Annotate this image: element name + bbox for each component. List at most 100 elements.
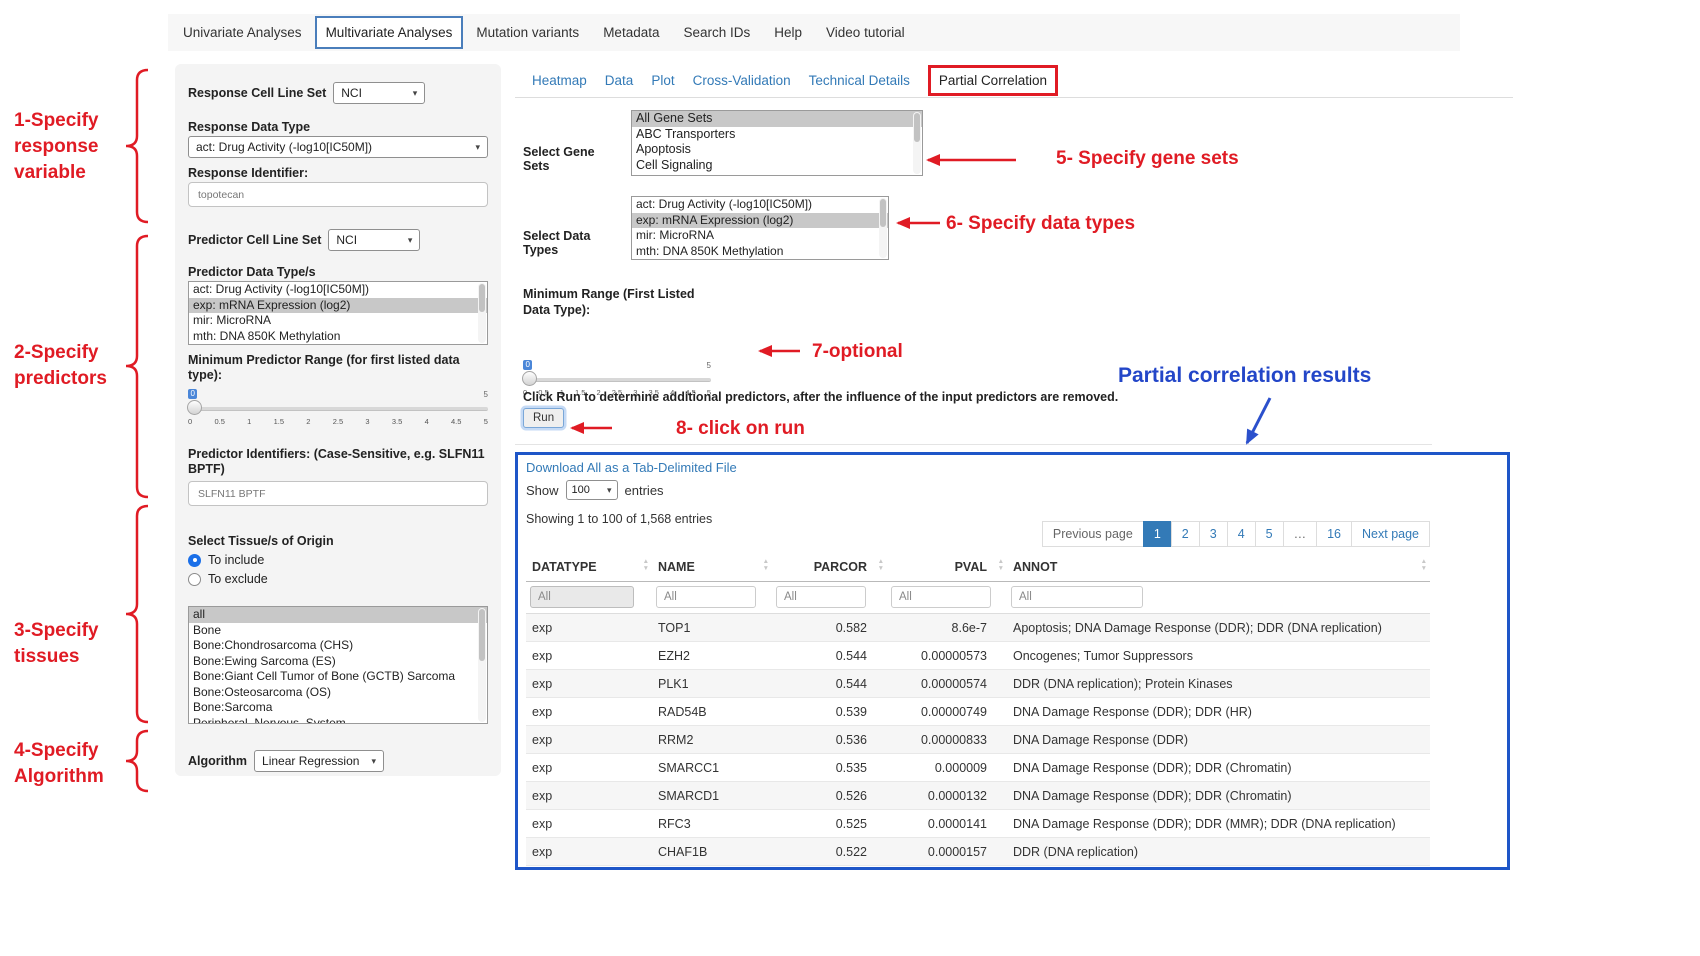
previous-page-button[interactable]: Previous page xyxy=(1042,521,1144,547)
radio-unselected-icon[interactable] xyxy=(188,573,201,586)
download-all-link[interactable]: Download All as a Tab-Delimited File xyxy=(526,460,737,475)
page-button-16[interactable]: 16 xyxy=(1316,521,1352,547)
listbox-option-exp-mrna-expression-log2[interactable]: exp: mRNA Expression (log2) xyxy=(189,298,487,314)
annotation-step4: 4-Specify Algorithm xyxy=(14,738,112,790)
algorithm-select[interactable]: Linear Regression ▾ xyxy=(254,750,384,772)
listbox-option-bone-giant-cell-tumor-of-bone-gctb-sarcoma[interactable]: Bone:Giant Cell Tumor of Bone (GCTB) Sar… xyxy=(189,669,487,685)
nav-item-search-ids[interactable]: Search IDs xyxy=(672,16,761,49)
nav-item-video-tutorial[interactable]: Video tutorial xyxy=(815,16,916,49)
predictor-identifiers-label: Predictor Identifiers: (Case-Sensitive, … xyxy=(188,447,488,477)
tissue-listbox[interactable]: allBoneBone:Chondrosarcoma (CHS)Bone:Ewi… xyxy=(188,606,488,724)
page-button-1[interactable]: 1 xyxy=(1143,521,1172,547)
filter-input-parcor[interactable]: All xyxy=(776,586,866,608)
run-button[interactable]: Run xyxy=(523,408,564,428)
cell-annot: DDR (DNA replication) xyxy=(1007,838,1430,866)
column-header-datatype[interactable]: DATATYPE▲▼ xyxy=(526,553,652,582)
slider-handle[interactable] xyxy=(522,371,537,386)
column-header-annot[interactable]: ANNOT▲▼ xyxy=(1007,553,1430,582)
gene-sets-listbox[interactable]: All Gene SetsABC TransportersApoptosisCe… xyxy=(631,110,923,176)
predictor-cell-line-set-select[interactable]: NCI ▾ xyxy=(328,229,420,251)
page-button-3[interactable]: 3 xyxy=(1199,521,1228,547)
brace-step1 xyxy=(126,70,148,222)
page-button-4[interactable]: 4 xyxy=(1227,521,1256,547)
scrollbar-thumb[interactable] xyxy=(879,198,887,258)
listbox-option-peripheral-nervous-system[interactable]: Peripheral_Nervous_System xyxy=(189,716,487,725)
tab-plot[interactable]: Plot xyxy=(651,73,674,88)
scrollbar-thumb[interactable] xyxy=(478,608,486,722)
response-cell-line-set-row: Response Cell Line Set NCI ▾ xyxy=(188,82,488,104)
nav-item-univariate-analyses[interactable]: Univariate Analyses xyxy=(172,16,313,49)
predictor-data-types-listbox[interactable]: act: Drug Activity (-log10[IC50M])exp: m… xyxy=(188,281,488,345)
listbox-option-cell-signaling[interactable]: Cell Signaling xyxy=(632,158,922,174)
tab-technical-details[interactable]: Technical Details xyxy=(809,73,910,88)
filter-input-pval[interactable]: All xyxy=(891,586,991,608)
listbox-option-exp-mrna-expression-log2[interactable]: exp: mRNA Expression (log2) xyxy=(632,213,888,229)
page-button-5[interactable]: 5 xyxy=(1255,521,1284,547)
listbox-option-all-gene-sets[interactable]: All Gene Sets xyxy=(632,111,922,127)
scrollbar-thumb[interactable] xyxy=(913,112,921,174)
cell-annot: DNA Damage Response (DDR); DDR (Chromati… xyxy=(1007,754,1430,782)
filter-input-datatype[interactable]: All xyxy=(530,586,634,608)
slider-max-label: 5 xyxy=(707,361,711,370)
slider-tick-label: 2 xyxy=(306,417,310,426)
listbox-option-act-drug-activity-log10-ic50m[interactable]: act: Drug Activity (-log10[IC50M]) xyxy=(189,282,487,298)
entries-label: entries xyxy=(625,483,664,498)
include-radio-row[interactable]: To include xyxy=(188,553,488,567)
column-header-pval[interactable]: PVAL▲▼ xyxy=(887,553,1007,582)
cell-parcor: 0.544 xyxy=(772,642,887,670)
exclude-radio-row[interactable]: To exclude xyxy=(188,572,488,586)
listbox-option-mth-dna-850k-methylation[interactable]: mth: DNA 850K Methylation xyxy=(189,329,487,345)
listbox-option-mir-microrna[interactable]: mir: MicroRNA xyxy=(632,228,888,244)
response-data-type-select[interactable]: act: Drug Activity (-log10[IC50M]) ▾ xyxy=(188,136,488,158)
slider-handle[interactable] xyxy=(187,400,202,415)
predictor-identifiers-input[interactable]: SLFN11 BPTF xyxy=(188,481,488,506)
tab-cross-validation[interactable]: Cross-Validation xyxy=(693,73,791,88)
annotation-step2: 2-Specify predictors xyxy=(14,340,112,392)
response-identifier-input[interactable]: topotecan xyxy=(188,182,488,207)
data-types-listbox[interactable]: act: Drug Activity (-log10[IC50M])exp: m… xyxy=(631,196,889,260)
cell-datatype: exp xyxy=(526,670,652,698)
listbox-option-apoptosis[interactable]: Apoptosis xyxy=(632,142,922,158)
listbox-option-bone-ewing-sarcoma-es[interactable]: Bone:Ewing Sarcoma (ES) xyxy=(189,654,487,670)
listbox-option-bone-sarcoma[interactable]: Bone:Sarcoma xyxy=(189,700,487,716)
nav-item-metadata[interactable]: Metadata xyxy=(592,16,670,49)
listbox-option-bone-osteosarcoma-os[interactable]: Bone:Osteosarcoma (OS) xyxy=(189,685,487,701)
listbox-option-mth-dna-850k-methylation[interactable]: mth: DNA 850K Methylation xyxy=(632,244,888,260)
nav-item-mutation-variants[interactable]: Mutation variants xyxy=(465,16,590,49)
next-page-button[interactable]: Next page xyxy=(1351,521,1430,547)
column-header-label: DATATYPE xyxy=(532,560,597,574)
slider-track xyxy=(188,407,488,411)
cell-annot: DNA Damage Response (DDR); DDR (HR) xyxy=(1007,698,1430,726)
nav-item-help[interactable]: Help xyxy=(763,16,813,49)
listbox-option-all[interactable]: all xyxy=(189,607,487,623)
slider-tick-label: 3 xyxy=(365,417,369,426)
listbox-option-act-drug-activity-log10-ic50m[interactable]: act: Drug Activity (-log10[IC50M]) xyxy=(632,197,888,213)
tab-data[interactable]: Data xyxy=(605,73,634,88)
column-header-name[interactable]: NAME▲▼ xyxy=(652,553,772,582)
cell-annot: DNA Damage Response (DDR); DDR (MMR); DD… xyxy=(1007,810,1430,838)
filter-cell-datatype: All xyxy=(526,582,652,614)
page-button-2[interactable]: 2 xyxy=(1171,521,1200,547)
listbox-option-bone-chondrosarcoma-chs[interactable]: Bone:Chondrosarcoma (CHS) xyxy=(189,638,487,654)
sort-down-icon: ▼ xyxy=(998,566,1004,573)
listbox-option-bone[interactable]: Bone xyxy=(189,623,487,639)
predictor-range-slider[interactable]: 0 5 00.511.522.533.544.55 xyxy=(188,393,488,431)
filter-input-annot[interactable]: All xyxy=(1011,586,1143,608)
page-size-select[interactable]: 100 ▾ xyxy=(566,480,618,500)
listbox-option-mir-microrna[interactable]: mir: MicroRNA xyxy=(189,313,487,329)
predictor-data-types-label: Predictor Data Type/s xyxy=(188,265,488,279)
sort-icon: ▲▼ xyxy=(1421,559,1427,572)
filter-input-name[interactable]: All xyxy=(656,586,756,608)
tab-heatmap[interactable]: Heatmap xyxy=(532,73,587,88)
slider-value-badge: 0 xyxy=(188,389,197,399)
response-cell-line-set-select[interactable]: NCI ▾ xyxy=(333,82,425,104)
column-header-parcor[interactable]: PARCOR▲▼ xyxy=(772,553,887,582)
tab-partial-correlation[interactable]: Partial Correlation xyxy=(928,65,1058,96)
radio-selected-icon[interactable] xyxy=(188,554,201,567)
gene-sets-row: Select Gene Sets All Gene SetsABC Transp… xyxy=(523,110,923,176)
listbox-option-abc-transporters[interactable]: ABC Transporters xyxy=(632,127,922,143)
scrollbar-thumb[interactable] xyxy=(478,283,486,343)
cell-name: PLK1 xyxy=(652,670,772,698)
run-instruction: Click Run to determine additional predic… xyxy=(523,390,1443,404)
nav-item-multivariate-analyses[interactable]: Multivariate Analyses xyxy=(315,16,464,49)
